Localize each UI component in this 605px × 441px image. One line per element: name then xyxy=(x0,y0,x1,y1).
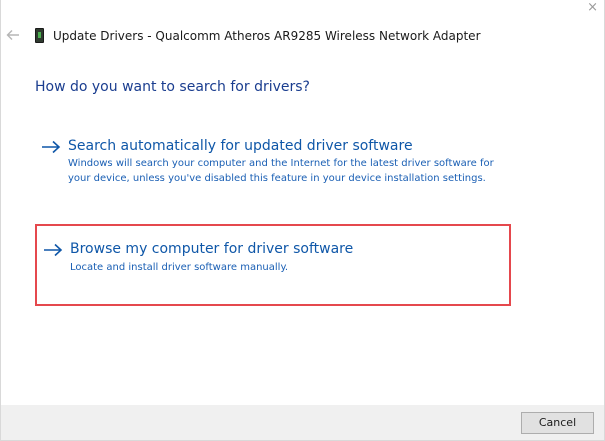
search-automatically-option[interactable]: Search automatically for updated driver … xyxy=(35,130,511,210)
title-bar: Update Drivers - Qualcomm Atheros AR9285… xyxy=(1,26,604,50)
right-arrow-icon xyxy=(44,243,63,257)
network-adapter-icon xyxy=(35,28,44,43)
right-arrow-icon xyxy=(42,140,61,154)
window-title: Update Drivers - Qualcomm Atheros AR9285… xyxy=(53,29,481,43)
dialog-footer: Cancel xyxy=(1,405,604,440)
page-heading: How do you want to search for drivers? xyxy=(35,79,310,95)
update-drivers-window: × Update Drivers - Qualcomm Atheros AR92… xyxy=(0,0,605,441)
option-description: Windows will search your computer and th… xyxy=(68,158,494,184)
option-title[interactable]: Browse my computer for driver software xyxy=(70,241,353,257)
close-icon[interactable]: × xyxy=(587,1,598,15)
option-title[interactable]: Search automatically for updated driver … xyxy=(68,138,413,154)
option-description: Locate and install driver software manua… xyxy=(70,262,289,273)
cancel-button[interactable]: Cancel xyxy=(521,412,594,434)
browse-computer-option[interactable]: Browse my computer for driver software L… xyxy=(35,224,511,306)
back-arrow-icon[interactable] xyxy=(6,28,20,42)
